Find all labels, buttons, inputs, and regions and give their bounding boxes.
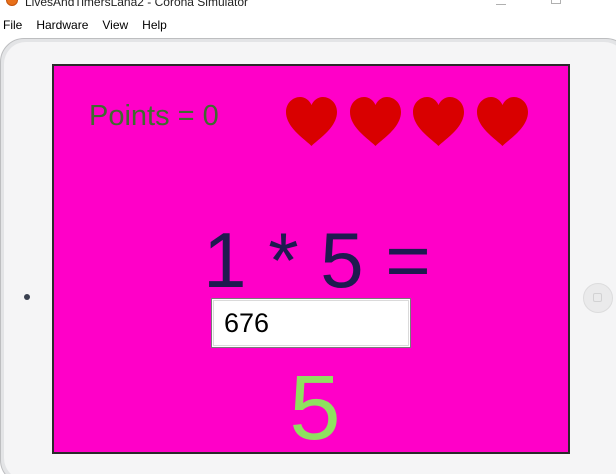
points-label: Points = 0	[89, 100, 219, 132]
window-title: LivesAndTimersLana2 - Corona Simulator	[25, 0, 248, 9]
minimize-icon	[496, 3, 506, 5]
camera-icon	[24, 294, 30, 300]
heart-shape	[350, 97, 401, 146]
maximize-icon	[551, 0, 561, 4]
heart-shape	[413, 97, 464, 146]
heart-icon	[477, 97, 528, 146]
home-square-icon	[593, 293, 602, 302]
home-button[interactable]	[583, 283, 613, 313]
title-bar: LivesAndTimersLana2 - Corona Simulator	[0, 0, 616, 12]
heart-shape	[477, 97, 528, 146]
menu-view[interactable]: View	[95, 16, 135, 35]
answer-input[interactable]	[211, 298, 411, 348]
menu-help[interactable]: Help	[135, 16, 174, 35]
menu-hardware[interactable]: Hardware	[29, 16, 95, 35]
menu-bar: File Hardware View Help	[0, 16, 616, 35]
heart-icon	[413, 97, 464, 146]
heart-icon	[350, 97, 401, 146]
heart-icon	[286, 97, 337, 146]
corona-app-icon	[6, 0, 18, 6]
game-screen: Points = 0 1 * 5 = 5	[52, 64, 570, 454]
feedback-number: 5	[289, 357, 341, 454]
menu-file[interactable]: File	[0, 16, 29, 35]
question-text: 1 * 5 =	[203, 216, 431, 304]
heart-shape	[286, 97, 337, 146]
simulator-window: LivesAndTimersLana2 - Corona Simulator F…	[0, 0, 616, 474]
minimize-button[interactable]	[478, 0, 524, 12]
maximize-button[interactable]	[533, 0, 579, 12]
